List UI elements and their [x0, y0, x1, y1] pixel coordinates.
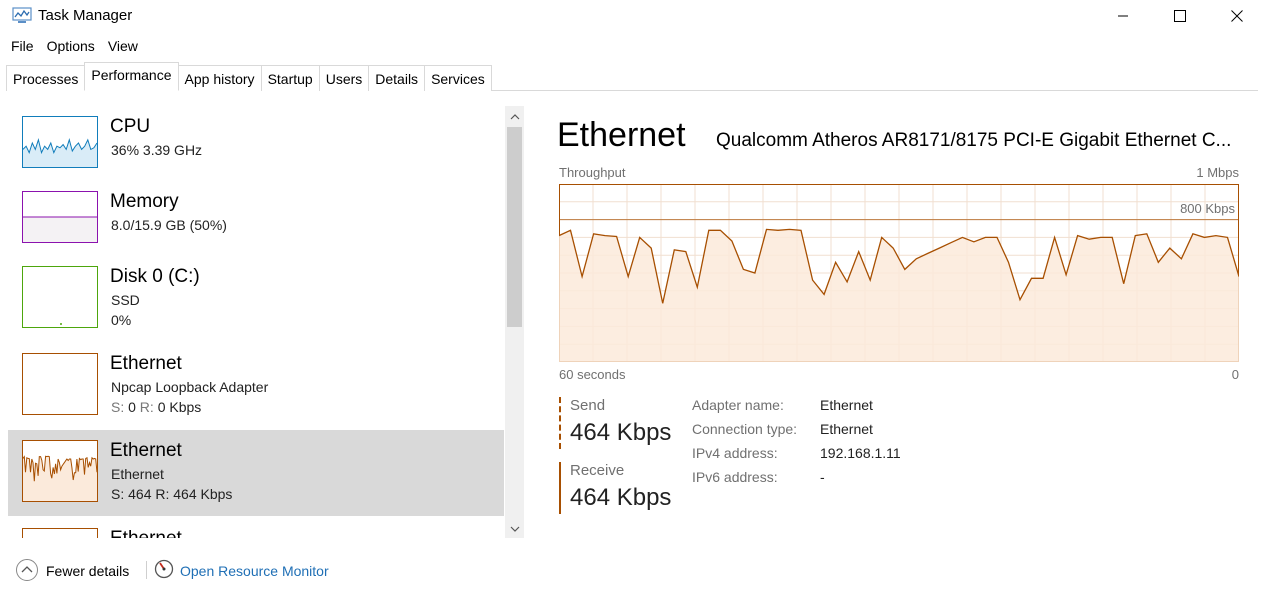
- task-manager-icon: [12, 7, 32, 24]
- footer-separator: [146, 561, 147, 579]
- memory-mini-graph: [22, 191, 98, 243]
- throughput-graph: [559, 184, 1239, 362]
- prop-key: Adapter name:: [692, 397, 784, 413]
- graph-time-left: 60 seconds: [559, 367, 626, 382]
- prop-value: 192.168.1.11: [820, 445, 901, 461]
- prop-value: Ethernet: [820, 421, 873, 437]
- tab-startup[interactable]: Startup: [260, 65, 320, 91]
- send-value: 0: [128, 399, 136, 415]
- close-icon: [1231, 10, 1243, 22]
- tab-processes[interactable]: Processes: [6, 65, 86, 91]
- resource-item-memory[interactable]: Memory 8.0/15.9 GB (50%): [8, 181, 504, 267]
- resource-item-disk[interactable]: Disk 0 (C:) SSD 0%: [8, 256, 504, 342]
- resource-detail: Npcap Loopback Adapter: [111, 379, 269, 395]
- resource-monitor-icon: [154, 559, 174, 579]
- resource-detail-2: 0%: [111, 312, 132, 328]
- cpu-sparkline: [23, 137, 97, 167]
- receive-stat: Receive 464 Kbps: [559, 462, 679, 518]
- send-value: 464 Kbps: [570, 419, 672, 446]
- resource-item-cpu[interactable]: CPU 36% 3.39 GHz: [8, 106, 504, 192]
- tab-app-history[interactable]: App history: [177, 65, 262, 91]
- disk-sparkline: [60, 323, 62, 325]
- ethernet-sparkline: [23, 455, 97, 501]
- scroll-thumb[interactable]: [507, 127, 522, 327]
- tab-details[interactable]: Details: [368, 65, 426, 91]
- open-resource-monitor-link[interactable]: Open Resource Monitor: [180, 563, 329, 579]
- receive-indicator: [559, 462, 561, 514]
- memory-fill: [23, 216, 97, 242]
- resource-item-ethernet-loopback[interactable]: Ethernet Npcap Loopback Adapter S: 0 R: …: [8, 343, 504, 429]
- scroll-down-button[interactable]: [505, 518, 524, 538]
- tab-services[interactable]: Services: [424, 65, 492, 91]
- resource-detail: 8.0/15.9 GB (50%): [111, 217, 227, 233]
- send-label: S:: [111, 399, 129, 415]
- minimize-button[interactable]: [1094, 0, 1152, 32]
- chevron-up-icon: [510, 107, 520, 125]
- resource-item-ethernet-3[interactable]: Ethernet: [8, 518, 504, 538]
- resource-detail: SSD: [111, 292, 140, 308]
- chevron-down-icon: [510, 519, 520, 537]
- maximize-icon: [1174, 10, 1186, 22]
- maximize-button[interactable]: [1151, 0, 1209, 32]
- receive-label: Receive: [570, 462, 625, 479]
- prop-key: Connection type:: [692, 421, 798, 437]
- ethernet-mini-graph: [22, 440, 98, 502]
- prop-value: -: [820, 469, 825, 485]
- graph-scale-label: 800 Kbps: [1180, 201, 1235, 216]
- title-bar: Task Manager: [0, 0, 1264, 32]
- resource-list: CPU 36% 3.39 GHz Memory 8.0/15.9 GB (50%…: [8, 106, 504, 538]
- prop-value: Ethernet: [820, 397, 873, 413]
- cpu-mini-graph: [22, 116, 98, 168]
- resource-detail: Ethernet: [111, 466, 164, 482]
- resource-name: CPU: [110, 116, 151, 137]
- tab-strip: Processes Performance App history Startu…: [6, 62, 492, 91]
- resource-name: Ethernet: [110, 528, 182, 538]
- menu-view[interactable]: View: [102, 35, 144, 57]
- ethernet-mini-graph: [22, 528, 98, 538]
- resource-detail-2: S: 0 R: 0 Kbps: [111, 399, 201, 415]
- graph-label-throughput: Throughput: [559, 165, 626, 180]
- resource-name: Memory: [110, 191, 179, 212]
- resource-name: Disk 0 (C:): [110, 266, 200, 287]
- resource-name: Ethernet: [110, 440, 182, 461]
- tab-performance[interactable]: Performance: [84, 62, 179, 91]
- menu-file[interactable]: File: [0, 35, 40, 57]
- footer: Fewer details Open Resource Monitor: [0, 556, 1264, 592]
- scroll-up-button[interactable]: [505, 106, 524, 126]
- send-stat: Send 464 Kbps: [559, 397, 679, 453]
- detail-title: Ethernet: [557, 116, 686, 154]
- minimize-icon: [1117, 10, 1129, 22]
- fewer-details-button[interactable]: Fewer details: [46, 563, 129, 579]
- tab-users[interactable]: Users: [318, 65, 370, 91]
- resource-name: Ethernet: [110, 353, 182, 374]
- close-button[interactable]: [1208, 0, 1264, 32]
- receive-value: 464 Kbps: [570, 484, 672, 511]
- prop-key: IPv6 address:: [692, 469, 778, 485]
- send-label: Send: [570, 397, 606, 414]
- disk-mini-graph: [22, 266, 98, 328]
- resource-item-ethernet-selected[interactable]: Ethernet Ethernet S: 464 R: 464 Kbps: [8, 430, 504, 516]
- menu-bar: File Options View: [0, 35, 145, 57]
- menu-options[interactable]: Options: [41, 35, 101, 57]
- ethernet-mini-graph: [22, 353, 98, 415]
- chevron-up-circle-icon[interactable]: [15, 558, 39, 582]
- send-indicator: [559, 397, 561, 449]
- receive-value: 0 Kbps: [157, 399, 202, 415]
- resource-detail: 36% 3.39 GHz: [111, 142, 203, 158]
- prop-key: IPv4 address:: [692, 445, 778, 461]
- resource-detail-2: S: 464 R: 464 Kbps: [111, 486, 233, 502]
- resource-list-scrollbar[interactable]: [505, 106, 524, 538]
- adapter-description: Qualcomm Atheros AR8171/8175 PCI-E Gigab…: [716, 130, 1232, 151]
- graph-time-right: 0: [1231, 367, 1239, 382]
- window-title: Task Manager: [38, 7, 133, 24]
- graph-label-max: 1 Mbps: [1196, 165, 1239, 180]
- receive-label: R:: [135, 399, 158, 415]
